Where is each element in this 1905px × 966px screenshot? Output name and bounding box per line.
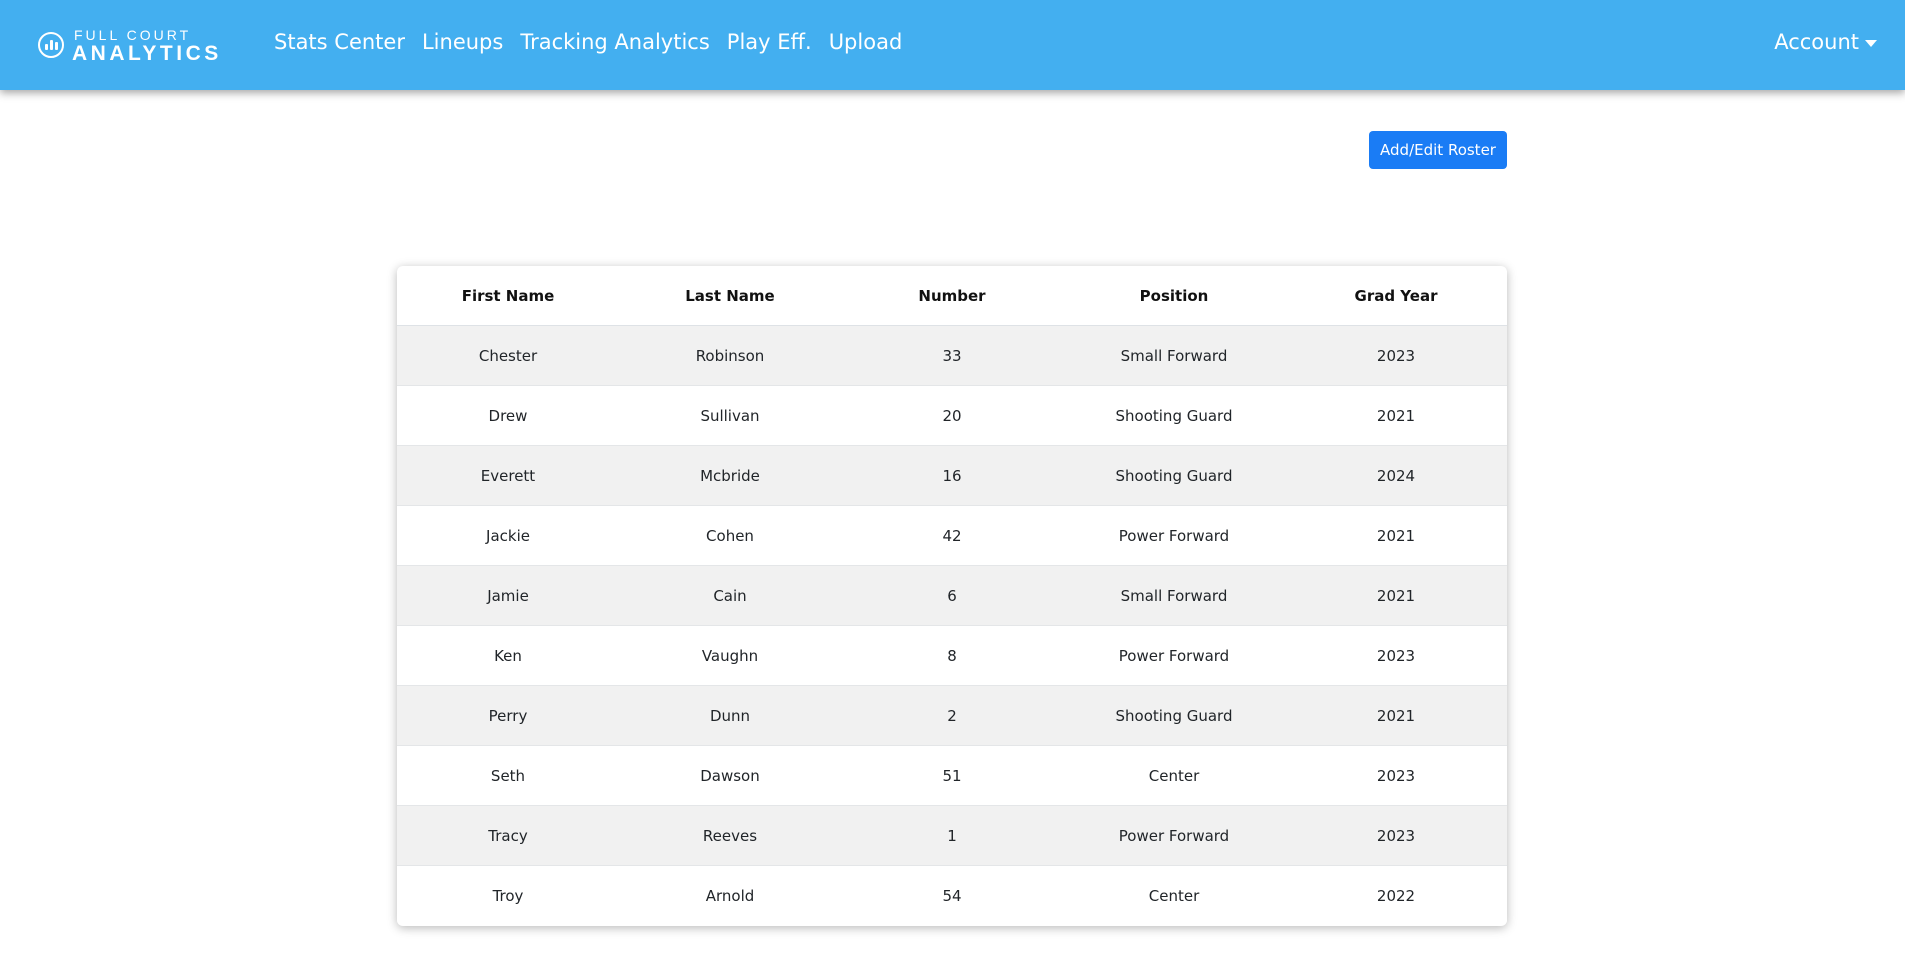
cell-first-name: Perry [397, 685, 619, 746]
cell-position: Center [1063, 865, 1285, 925]
cell-first-name: Ken [397, 625, 619, 686]
roster-table-card: First Name Last Name Number Position Gra… [397, 266, 1507, 926]
cell-grad-year: 2022 [1285, 865, 1507, 925]
table-row: Drew Sullivan 20 Shooting Guard 2021 [397, 385, 1507, 446]
table-row: Jamie Cain 6 Small Forward 2021 [397, 565, 1507, 626]
cell-last-name: Robinson [695, 346, 765, 365]
table-row: Everett Mcbride 16 Shooting Guard 2024 [397, 445, 1507, 506]
cell-first-name: Seth [397, 745, 619, 806]
cell-last-name: Arnold [619, 865, 841, 925]
table-row: Ken Vaughn 8 Power Forward 2023 [397, 625, 1507, 686]
cell-grad-year: 2021 [1285, 385, 1507, 446]
cell-position: Power Forward [1063, 625, 1285, 686]
brand-name-bottom: ANALYTICS [72, 42, 222, 65]
table-header-row: First Name Last Name Number Position Gra… [397, 266, 1507, 326]
nav-link-tracking-analytics[interactable]: Tracking Analytics [520, 30, 709, 54]
cell-last-name: Cohen [619, 505, 841, 566]
cell-first-name: Jamie [397, 565, 619, 626]
table-row: Chester Robinson 33 Small Forward 2023 [397, 325, 1507, 386]
column-header-number: Number [841, 266, 1063, 326]
column-header-first-name: First Name [397, 266, 619, 326]
cell-last-name: Dunn [619, 685, 841, 746]
nav-link-lineups[interactable]: Lineups [422, 30, 503, 54]
cell-first-name: Drew [397, 385, 619, 446]
cell-number: 6 [841, 565, 1063, 626]
cell-grad-year: 2023 [1285, 625, 1507, 686]
cell-first-name: Everett [397, 445, 619, 506]
cell-grad-year: 2021 [1285, 685, 1507, 746]
cell-number: 54 [841, 865, 1063, 925]
cell-number: 2 [841, 685, 1063, 746]
cell-number: 51 [841, 745, 1063, 806]
cell-last-name: Vaughn [619, 625, 841, 686]
cell-position: Power Forward [1063, 805, 1285, 866]
column-header-position: Position [1063, 266, 1285, 326]
cell-grad-year: 2023 [1285, 805, 1507, 866]
table-row: Seth Dawson 51 Center 2023 [397, 745, 1507, 806]
roster-table: First Name Last Name Number Position Gra… [397, 266, 1507, 925]
cell-number: 42 [841, 505, 1063, 566]
cell-last-name: Dawson [619, 745, 841, 806]
cell-first-name: Troy [397, 865, 619, 925]
cell-last-name: Mcbride [619, 445, 841, 506]
cell-grad-year: 2023 [1285, 745, 1507, 806]
cell-grad-year: 2021 [1285, 565, 1507, 626]
cell-position: Shooting Guard [1063, 385, 1285, 446]
top-navbar: FULL COURT ANALYTICS Stats Center Lineup… [0, 0, 1905, 90]
nav-link-play-eff[interactable]: Play Eff. [727, 30, 812, 54]
cell-last-name: Sullivan [619, 385, 841, 446]
column-header-grad-year: Grad Year [1285, 266, 1507, 326]
column-header-last-name: Last Name [619, 266, 841, 326]
cell-number: 16 [841, 445, 1063, 506]
account-dropdown[interactable]: Account [1774, 30, 1877, 54]
cell-number: 33 [942, 346, 962, 365]
cell-last-name: Cain [619, 565, 841, 626]
add-edit-roster-button[interactable]: Add/Edit Roster [1369, 131, 1507, 169]
cell-last-name: Reeves [619, 805, 841, 866]
roster-table-body: Chester Robinson 33 Small Forward 2023 Drew Su… [397, 325, 1507, 925]
nav-link-stats-center[interactable]: Stats Center [274, 30, 405, 54]
cell-grad-year: 2024 [1285, 445, 1507, 506]
cell-first-name: Tracy [397, 805, 619, 866]
cell-number: 1 [841, 805, 1063, 866]
cell-position: Power Forward [1063, 505, 1285, 566]
caret-down-icon [1865, 39, 1877, 47]
cell-position: Small Forward [1120, 346, 1228, 365]
cell-number: 8 [841, 625, 1063, 686]
table-row: Troy Arnold 54 Center 2022 [397, 865, 1507, 925]
cell-grad-year: 2021 [1285, 505, 1507, 566]
cell-position: Small Forward [1063, 565, 1285, 626]
cell-first-name: Chester [478, 346, 538, 365]
bar-chart-icon [38, 32, 64, 58]
brand-name-top: FULL COURT [74, 27, 192, 43]
nav-links: Stats Center Lineups Tracking Analytics … [274, 30, 919, 54]
cell-grad-year: 2023 [1376, 346, 1416, 365]
account-label: Account [1774, 30, 1859, 54]
cell-position: Shooting Guard [1063, 445, 1285, 506]
cell-first-name: Jackie [397, 505, 619, 566]
table-row: Jackie Cohen 42 Power Forward 2021 [397, 505, 1507, 566]
cell-position: Center [1063, 745, 1285, 806]
table-row: Tracy Reeves 1 Power Forward 2023 [397, 805, 1507, 866]
table-row: Perry Dunn 2 Shooting Guard 2021 [397, 685, 1507, 746]
cell-number: 20 [841, 385, 1063, 446]
nav-link-upload[interactable]: Upload [829, 30, 903, 54]
cell-position: Shooting Guard [1063, 685, 1285, 746]
